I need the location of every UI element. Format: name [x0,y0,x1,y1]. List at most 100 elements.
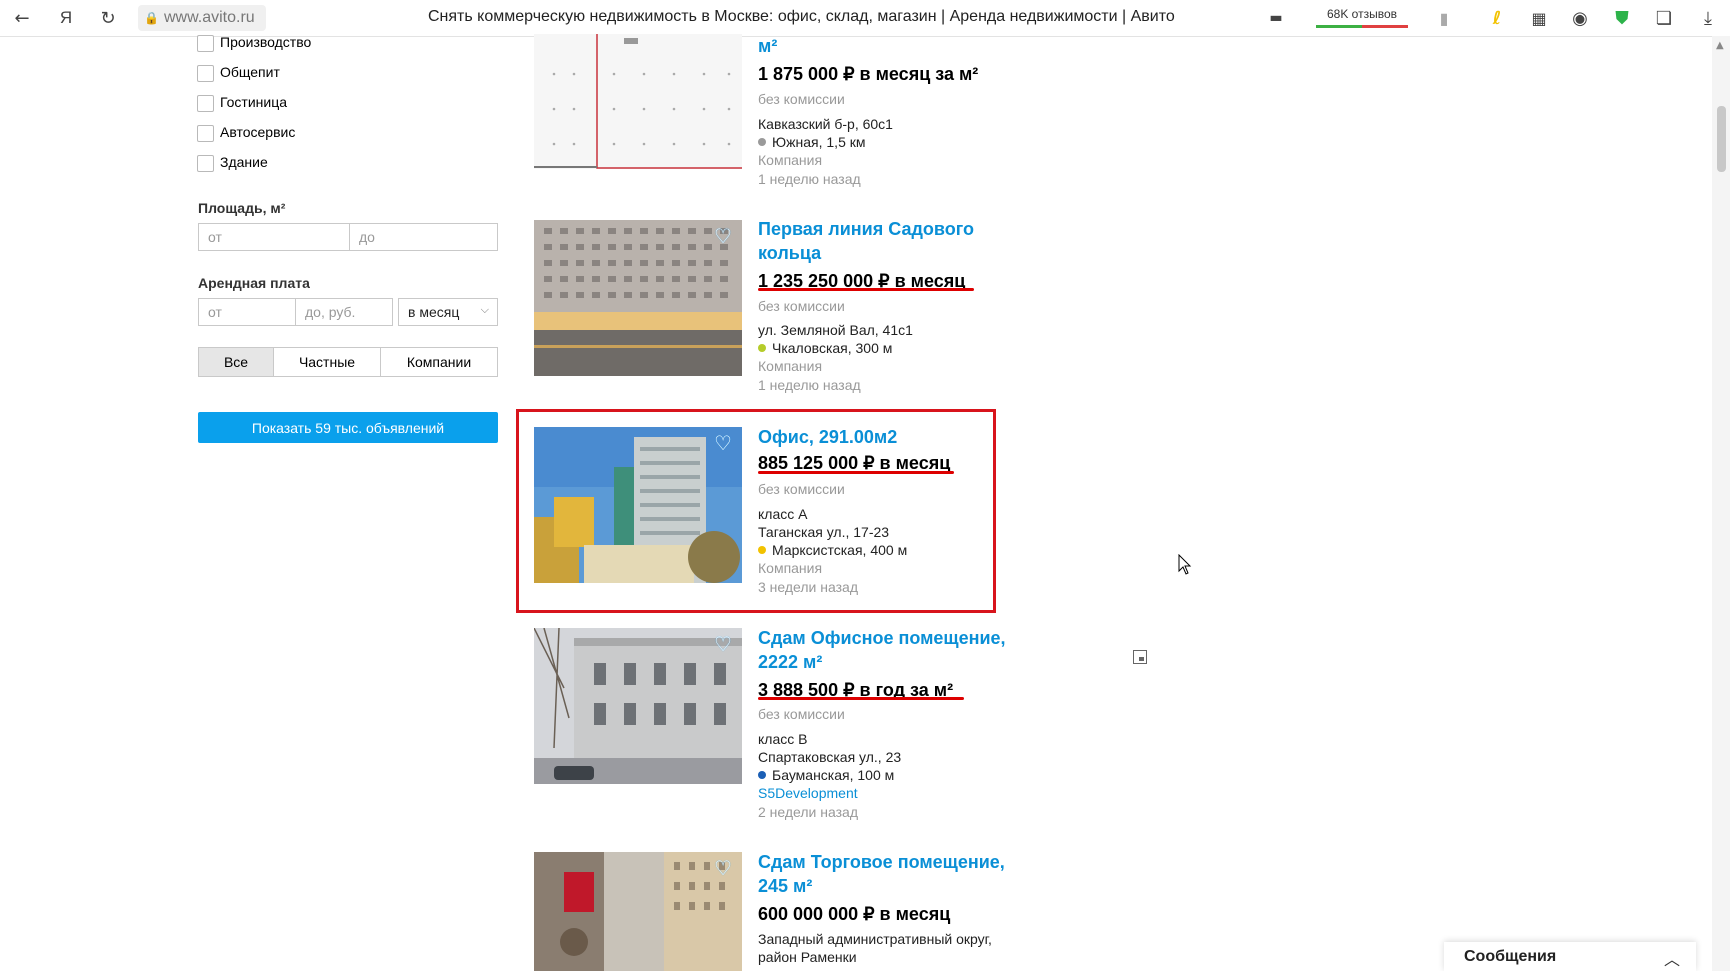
listing-date: 3 недели назад [758,579,858,595]
rent-period-select[interactable]: в месяц ⌵ [398,298,498,326]
download-icon[interactable]: ⤓ [1696,6,1720,30]
listing-seller: Компания [758,560,823,576]
checkbox-building[interactable] [197,155,214,172]
listing-address: ул. Земляной Вал, 41с1 [758,322,913,338]
chevron-up-icon[interactable]: ︿ [1664,946,1680,970]
address-bar[interactable]: 🔒 www.avito.ru [138,5,266,31]
checkbox-label: Общепит [220,64,280,80]
scrollbar-thumb[interactable] [1717,106,1726,172]
back-arrow-icon[interactable]: ← [10,6,34,30]
listing-photo[interactable] [534,427,742,583]
vpn-icon[interactable]: ◉ [1568,6,1592,30]
metro-label: Южная, 1,5 км [772,134,866,150]
listing-photo[interactable] [534,852,742,971]
minimize-icon[interactable] [1133,650,1147,664]
building-photo [534,427,742,583]
listing-metro: Бауманская, 100 м [758,767,894,783]
metro-label: Чкаловская, 300 м [772,340,893,356]
metro-dot [758,771,766,779]
qr-code-icon[interactable]: ▦ [1527,6,1551,30]
favorite-heart-icon[interactable]: ♡ [714,858,736,878]
checkbox-label: Производство [220,34,312,50]
favorite-heart-icon[interactable]: ♡ [714,226,736,246]
listing-commission: без комиссии [758,706,845,722]
tab-label: Все [223,354,249,370]
listing-date: 1 неделю назад [758,171,861,187]
browser-toolbar: ← Я ↻ 🔒 www.avito.ru Снять коммерческую … [0,0,1730,37]
listing-address: район Раменки [758,949,857,965]
yandex-icon[interactable]: Я [54,6,78,30]
area-from-input[interactable]: от [198,223,350,251]
listing-photo[interactable] [534,34,742,169]
checkbox-catering[interactable] [197,65,214,82]
listing-class: класс B [758,731,808,747]
metro-label: Марксистская, 400 м [772,542,908,558]
listing-commission: без комиссии [758,91,845,107]
listing-address: Кавказский б-р, 60с1 [758,116,893,132]
floor-plan-image [534,34,742,169]
red-underline [758,697,964,700]
rent-to-input[interactable]: до, руб. [295,298,393,326]
reviews-badge[interactable]: 68K отзывов [1316,3,1408,28]
chat-icon[interactable]: ▬ [1264,6,1288,30]
rent-from-input[interactable]: от [198,298,296,326]
rent-period-value: в месяц [408,304,460,320]
red-underline [758,471,954,474]
listing-seller: Компания [758,358,823,374]
area-label: Площадь, м² [198,200,286,216]
listing-photo[interactable] [534,628,742,784]
extension-icon[interactable]: ℓ [1485,6,1509,30]
listing-address: Таганская ул., 17-23 [758,524,890,540]
extensions-icon[interactable]: ❏ [1652,6,1676,30]
shield-icon[interactable]: ⛊ [1610,6,1634,30]
listing-metro: Южная, 1,5 км [758,134,866,150]
metro-dot [758,138,766,146]
listing-seller: Компания [758,152,823,168]
listing-title[interactable]: Сдам Торговое помещение, 245 м² [758,850,1005,898]
reload-icon[interactable]: ↻ [96,6,120,30]
tab-companies[interactable]: Компании [380,347,498,377]
favorite-heart-icon[interactable]: ♡ [714,433,736,453]
checkbox-car-service[interactable] [197,125,214,142]
listing-seller-link[interactable]: S5Development [758,785,858,801]
listing-metro: Чкаловская, 300 м [758,340,892,356]
checkbox-label: Гостиница [220,94,288,110]
tab-private[interactable]: Частные [273,347,381,377]
checkbox-hotel[interactable] [197,95,214,112]
area-to-input[interactable]: до [349,223,498,251]
messages-widget[interactable]: Сообщения ︿ [1444,942,1696,971]
favorite-heart-icon[interactable]: ♡ [714,634,736,654]
listing-date: 1 неделю назад [758,377,861,393]
show-results-button[interactable]: Показать 59 тыс. объявлений [198,412,498,443]
listing-title[interactable]: Первая линия Садового кольца [758,217,974,265]
metro-dot [758,344,766,352]
rent-label: Арендная плата [198,275,310,291]
messages-label: Сообщения [1464,947,1557,965]
reviews-label: 68K отзывов [1326,7,1397,21]
url-text: www.avito.ru [164,9,255,26]
building-photo [534,628,742,784]
vertical-scrollbar[interactable]: ▲ [1712,36,1730,971]
red-underline [758,288,974,291]
listing-title[interactable]: Офис, 291.00м2 [758,425,897,449]
scroll-up-icon[interactable]: ▲ [1716,40,1724,51]
bookmark-icon[interactable]: ▮ [1432,6,1456,30]
tab-all[interactable]: Все [198,347,274,377]
cursor-icon [1178,554,1192,575]
checkbox-label: Автосервис [220,124,296,140]
page-title: Снять коммерческую недвижимость в Москве… [428,8,1175,25]
lock-icon: 🔒 [144,11,159,25]
listing-commission: без комиссии [758,481,845,497]
chevron-down-icon: ⌵ [480,303,489,316]
listing-class: класс А [758,506,808,522]
listing-title[interactable]: м² [758,34,777,58]
listing-price: 600 000 000 ₽ в месяц [758,904,951,924]
listing-address: Спартаковская ул., 23 [758,749,902,765]
listing-address: Западный административный округ, [758,931,992,947]
listing-commission: без комиссии [758,298,845,314]
listing-photo[interactable] [534,220,742,376]
checkbox-production[interactable] [197,35,214,52]
building-photo [534,220,742,376]
listing-title[interactable]: Сдам Офисное помещение, 2222 м² [758,626,1006,674]
checkbox-label: Здание [220,154,268,170]
